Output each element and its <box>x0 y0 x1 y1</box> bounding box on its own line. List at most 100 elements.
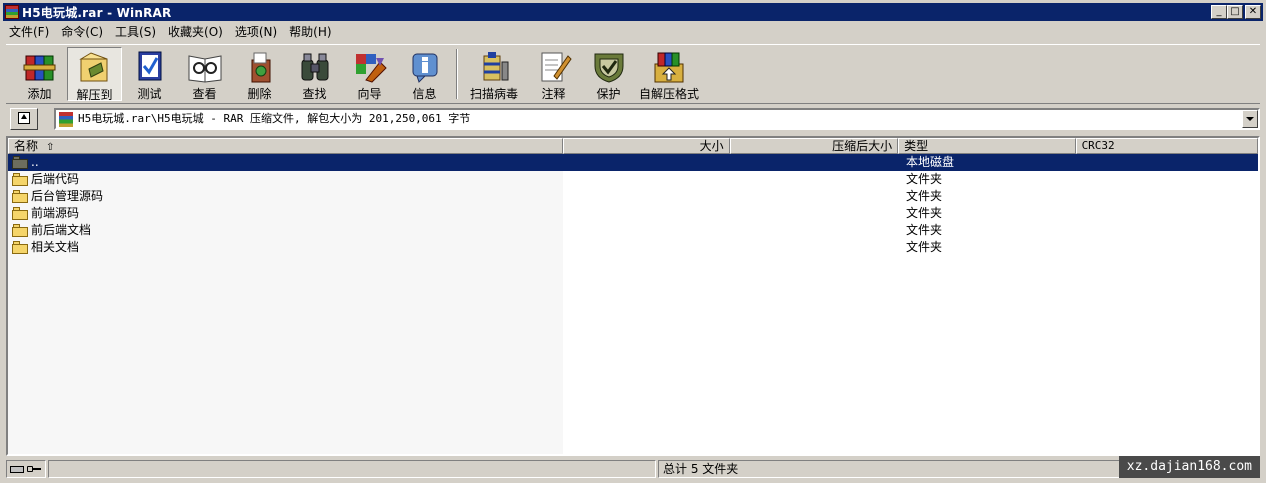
item-type: 本地磁盘 <box>906 155 955 169</box>
wizard-icon <box>352 50 388 84</box>
status-selection <box>48 460 656 478</box>
item-name: 后台管理源码 <box>31 189 104 203</box>
wizard-label: 向导 <box>357 87 382 101</box>
sfx-icon <box>651 50 687 84</box>
add-archive-icon <box>22 50 58 84</box>
up-arrow-icon <box>18 112 30 124</box>
folder-icon <box>12 207 28 220</box>
file-list[interactable]: 名称 ⇧ 大小 压缩后大小 类型 CRC32 .. 本地磁盘 后端代码 文件夹 后… <box>6 136 1260 456</box>
sort-ascending-icon: ⇧ <box>46 142 55 153</box>
winrar-logo-icon[interactable] <box>5 5 19 19</box>
delete-button[interactable]: 删除 <box>232 47 287 101</box>
title-bar[interactable]: H5电玩城.rar - WinRAR _ □ ✕ <box>3 3 1263 21</box>
item-name: 相关文档 <box>31 240 80 254</box>
find-button[interactable]: 查找 <box>287 47 342 101</box>
folder-icon <box>12 241 28 254</box>
list-item[interactable]: 前端源码 文件夹 <box>8 205 1258 222</box>
column-crc-label: CRC32 <box>1081 139 1115 152</box>
folder-icon <box>12 173 28 186</box>
menu-options[interactable]: 选项(N) <box>229 23 283 41</box>
sfx-label: 自解压格式 <box>638 87 699 101</box>
column-header-type[interactable]: 类型 <box>898 138 1076 154</box>
folder-icon <box>12 156 28 169</box>
view-label: 查看 <box>192 87 217 101</box>
view-button[interactable]: 查看 <box>177 47 232 101</box>
test-label: 测试 <box>137 87 162 101</box>
column-header-size[interactable]: 大小 <box>563 138 730 154</box>
status-icons <box>6 460 46 478</box>
comment-icon <box>536 50 572 84</box>
extract-to-label: 解压到 <box>76 88 113 102</box>
virus-scan-label: 扫描病毒 <box>469 87 518 101</box>
watermark: xz.dajian168.com <box>1118 456 1260 478</box>
status-bar: 总计 5 文件夹 <box>6 460 1260 478</box>
item-type: 文件夹 <box>906 223 943 237</box>
address-dropdown-button[interactable] <box>1242 110 1258 128</box>
wizard-button[interactable]: 向导 <box>342 47 397 101</box>
address-row: H5电玩城.rar\H5电玩城 - RAR 压缩文件, 解包大小为 201,25… <box>6 106 1260 132</box>
delete-icon <box>242 50 278 84</box>
address-combo[interactable]: H5电玩城.rar\H5电玩城 - RAR 压缩文件, 解包大小为 201,25… <box>54 108 1260 130</box>
column-packed-label: 压缩后大小 <box>832 139 893 153</box>
archive-icon <box>59 112 73 127</box>
list-item[interactable]: 相关文档 文件夹 <box>8 239 1258 256</box>
extract-to-button[interactable]: 解压到 <box>67 47 122 102</box>
maximize-button[interactable]: □ <box>1227 5 1243 19</box>
column-header-name[interactable]: 名称 ⇧ <box>8 138 564 154</box>
protect-button[interactable]: 保护 <box>581 47 636 101</box>
folder-icon <box>12 224 28 237</box>
menu-favorites[interactable]: 收藏夹(O) <box>162 23 229 41</box>
item-name: 后端代码 <box>31 172 80 186</box>
menu-help[interactable]: 帮助(H) <box>283 23 337 41</box>
virus-scan-button[interactable]: 扫描病毒 <box>462 47 526 101</box>
menu-commands[interactable]: 命令(C) <box>55 23 109 41</box>
column-type-label: 类型 <box>904 139 929 153</box>
column-header-crc[interactable]: CRC32 <box>1075 138 1258 154</box>
sfx-button[interactable]: 自解压格式 <box>636 47 702 101</box>
minimize-button[interactable]: _ <box>1211 5 1227 19</box>
item-type: 文件夹 <box>906 189 943 203</box>
list-header: 名称 ⇧ 大小 压缩后大小 类型 CRC32 <box>8 138 1258 154</box>
comment-button[interactable]: 注释 <box>526 47 581 101</box>
window-title: H5电玩城.rar - WinRAR <box>22 5 172 20</box>
virus-scan-icon <box>476 50 512 84</box>
close-button[interactable]: ✕ <box>1245 5 1261 19</box>
comment-label: 注释 <box>541 87 566 101</box>
item-type: 文件夹 <box>906 172 943 186</box>
find-label: 查找 <box>302 87 327 101</box>
key-icon[interactable] <box>27 465 41 474</box>
toolbar: 添加 解压到 测试 查看 删除 查找 向导 信息 扫描病毒 注释 保护 自解压格… <box>6 44 1260 104</box>
window-controls: _ □ ✕ <box>1211 5 1261 19</box>
info-icon <box>407 50 443 84</box>
close-icon: ✕ <box>1248 6 1258 17</box>
find-icon <box>297 50 333 84</box>
add-label: 添加 <box>27 87 52 101</box>
add-button[interactable]: 添加 <box>12 47 67 101</box>
info-button[interactable]: 信息 <box>397 47 452 101</box>
column-name-label: 名称 <box>14 139 39 153</box>
address-path: H5电玩城.rar\H5电玩城 - RAR 压缩文件, 解包大小为 201,25… <box>78 112 471 125</box>
up-folder-button[interactable] <box>10 108 38 130</box>
menu-tools[interactable]: 工具(S) <box>109 23 162 41</box>
item-name: 前端源码 <box>31 206 80 220</box>
protect-label: 保护 <box>596 87 621 101</box>
winrar-window: H5电玩城.rar - WinRAR _ □ ✕ 文件(F) 命令(C) 工具(… <box>0 0 1266 483</box>
list-item-parent[interactable]: .. 本地磁盘 <box>8 154 1258 171</box>
drive-icon[interactable] <box>10 466 24 473</box>
test-icon <box>132 50 168 84</box>
column-header-packed[interactable]: 压缩后大小 <box>729 138 899 154</box>
list-rows: .. 本地磁盘 后端代码 文件夹 后台管理源码 文件夹 前端源码 文件夹 前后端… <box>8 154 1258 256</box>
minimize-icon: _ <box>1216 6 1222 17</box>
extract-to-icon <box>77 51 113 85</box>
menu-bar: 文件(F) 命令(C) 工具(S) 收藏夹(O) 选项(N) 帮助(H) <box>3 22 338 41</box>
list-item[interactable]: 后台管理源码 文件夹 <box>8 188 1258 205</box>
toolbar-separator <box>456 49 458 99</box>
protect-icon <box>591 50 627 84</box>
menu-file[interactable]: 文件(F) <box>3 23 55 41</box>
folder-icon <box>12 190 28 203</box>
list-item[interactable]: 前后端文档 文件夹 <box>8 222 1258 239</box>
test-button[interactable]: 测试 <box>122 47 177 101</box>
maximize-icon: □ <box>1230 6 1240 17</box>
list-item[interactable]: 后端代码 文件夹 <box>8 171 1258 188</box>
item-name: 前后端文档 <box>31 223 92 237</box>
